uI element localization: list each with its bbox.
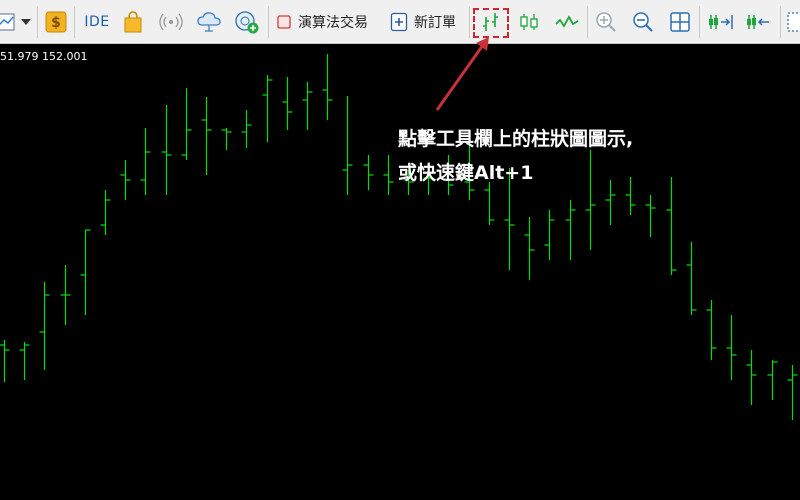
annotation-line-2: 或快速鍵Alt+1: [398, 162, 534, 184]
annotation-line-1: 點擊工具欄上的柱狀圖圖示,: [398, 128, 634, 150]
annotation-arrow: [435, 37, 489, 111]
